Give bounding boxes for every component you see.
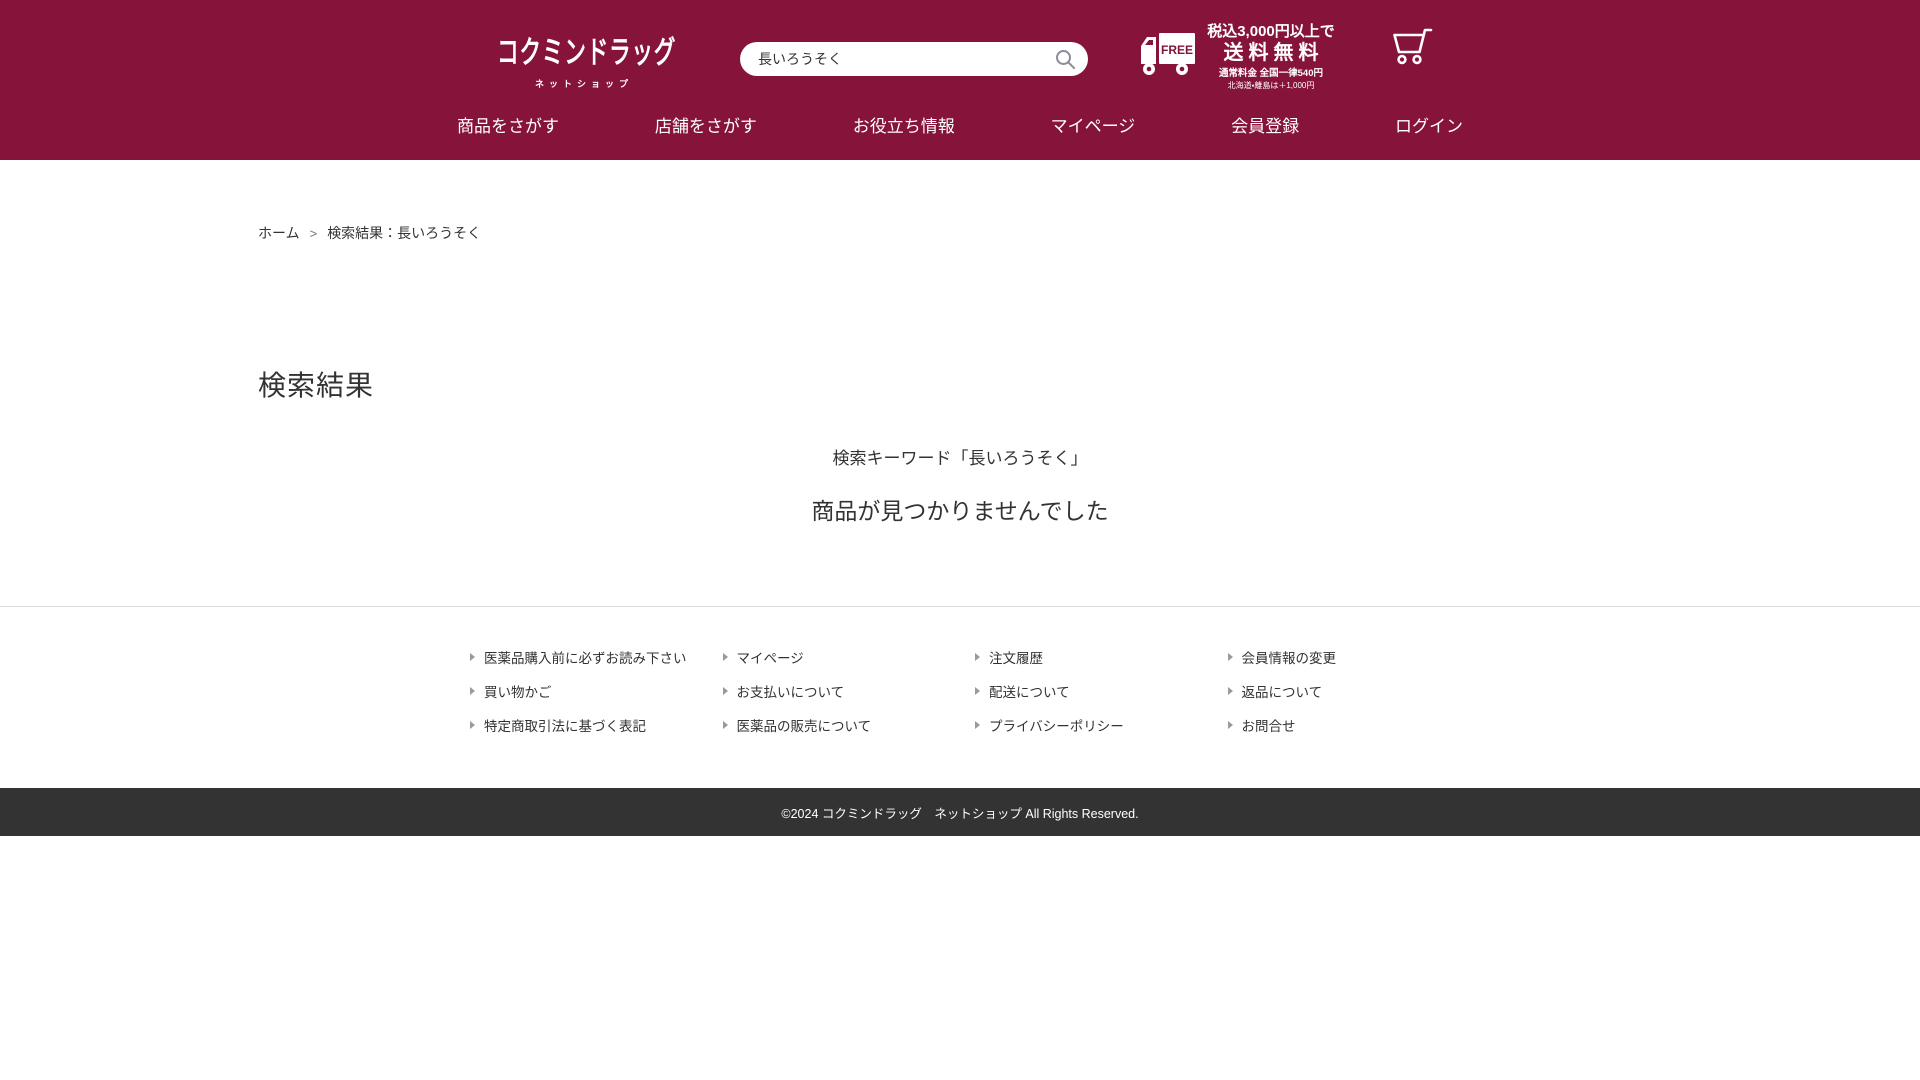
breadcrumb-separator: > — [310, 226, 318, 241]
arrow-right-icon — [723, 721, 728, 729]
truck-free-badge: FREE — [1161, 43, 1193, 57]
nav-item-mypage[interactable]: マイページ — [1051, 112, 1136, 137]
free-shipping-text: 税込3,000円以上で 送料無料 通常料金 全国一律540円 北海道・離島は＋1… — [1199, 23, 1343, 90]
cart-button[interactable] — [1389, 26, 1433, 71]
footer-link-cart[interactable]: 買い物かご — [470, 681, 552, 701]
footer-link-label: 医薬品の販売について — [737, 715, 872, 735]
footer-link-label: 配送について — [989, 681, 1070, 701]
footer-column-1: 医薬品購入前に必ずお読み下さい 買い物かご 特定商取引法に基づく表記 — [470, 647, 723, 749]
footer-link-mypage[interactable]: マイページ — [723, 647, 804, 667]
footer-link-label: 特定商取引法に基づく表記 — [484, 715, 646, 735]
no-results-message: 商品が見つかりませんでした — [258, 492, 1662, 526]
page-title: 検索結果 — [258, 364, 1662, 404]
footer-link-label: お問合せ — [1242, 715, 1296, 735]
footer-link-order-history[interactable]: 注文履歴 — [975, 647, 1043, 667]
footer-link-label: 買い物かご — [484, 681, 552, 701]
shipping-threshold-text: 税込3,000円以上で — [1199, 23, 1343, 40]
footer-link-returns[interactable]: 返品について — [1228, 681, 1323, 701]
footer-link-commercial-law[interactable]: 特定商取引法に基づく表記 — [470, 715, 646, 735]
footer-column-3: 注文履歴 配送について プライバシーポリシー — [975, 647, 1228, 749]
arrow-right-icon — [975, 721, 980, 729]
truck-icon: FREE — [1139, 31, 1197, 77]
breadcrumb-home-link[interactable]: ホーム — [258, 223, 300, 243]
arrow-right-icon — [1228, 687, 1233, 695]
footer-links: 医薬品購入前に必ずお読み下さい 買い物かご 特定商取引法に基づく表記 マイページ… — [440, 607, 1480, 749]
nav-item-find-stores[interactable]: 店舗をさがす — [655, 112, 757, 137]
footer-column-4: 会員情報の変更 返品について お問合せ — [1228, 647, 1481, 749]
footer-link-label: 返品について — [1242, 681, 1323, 701]
arrow-right-icon — [975, 687, 980, 695]
cart-icon — [1389, 26, 1433, 66]
footer-link-payment[interactable]: お支払いについて — [723, 681, 845, 701]
footer-link-medicine-notice[interactable]: 医薬品購入前に必ずお読み下さい — [470, 647, 687, 667]
free-shipping-label: 送料無料 — [1199, 42, 1343, 65]
site-footer: 医薬品購入前に必ずお読み下さい 買い物かご 特定商取引法に基づく表記 マイページ… — [0, 606, 1920, 788]
search-input[interactable] — [756, 50, 1052, 68]
copyright-bar: ©2024 コクミンドラッグ ネットショップ All Rights Reserv… — [0, 788, 1920, 836]
arrow-right-icon — [723, 687, 728, 695]
footer-link-label: 会員情報の変更 — [1242, 647, 1337, 667]
header-inner: コクミンドラッグ ネットショップ FREE — [455, 0, 1465, 160]
footer-link-label: プライバシーポリシー — [989, 715, 1124, 735]
footer-link-label: 注文履歴 — [989, 647, 1043, 667]
free-shipping-banner: FREE — [1139, 31, 1197, 82]
nav-item-search-products[interactable]: 商品をさがす — [457, 112, 559, 137]
logo-title: コクミンドラッグ — [497, 27, 676, 72]
footer-link-label: 医薬品購入前に必ずお読み下さい — [484, 647, 687, 667]
nav-item-useful-info[interactable]: お役立ち情報 — [853, 112, 955, 137]
footer-link-privacy-policy[interactable]: プライバシーポリシー — [975, 715, 1124, 735]
search-bar — [740, 42, 1088, 76]
breadcrumb-current: 検索結果：長いろうそく — [327, 223, 481, 243]
shipping-fee-note: 通常料金 全国一律540円 — [1199, 69, 1343, 80]
arrow-right-icon — [470, 721, 475, 729]
site-header: コクミンドラッグ ネットショップ FREE — [0, 0, 1920, 160]
footer-link-member-info[interactable]: 会員情報の変更 — [1228, 647, 1337, 667]
arrow-right-icon — [723, 653, 728, 661]
arrow-right-icon — [1228, 653, 1233, 661]
arrow-right-icon — [975, 653, 980, 661]
logo-link[interactable]: コクミンドラッグ ネットショップ — [497, 27, 753, 90]
footer-link-label: マイページ — [737, 647, 804, 667]
logo-subtitle: ネットショップ — [497, 77, 671, 90]
main-nav: 商品をさがす 店舗をさがす お役立ち情報 マイページ 会員登録 ログイン — [457, 112, 1463, 137]
main-content: ホーム > 検索結果：長いろうそく 検索結果 検索キーワード「長いろうそく」 商… — [0, 160, 1920, 606]
arrow-right-icon — [470, 653, 475, 661]
footer-link-label: お支払いについて — [737, 681, 845, 701]
arrow-right-icon — [1228, 721, 1233, 729]
footer-column-2: マイページ お支払いについて 医薬品の販売について — [723, 647, 976, 749]
breadcrumb: ホーム > 検索結果：長いろうそく — [258, 160, 1662, 243]
copyright-text: ©2024 コクミンドラッグ ネットショップ All Rights Reserv… — [781, 803, 1138, 822]
search-keyword-text: 検索キーワード「長いろうそく」 — [258, 444, 1662, 469]
shipping-remote-note: 北海道・離島は＋1,000円 — [1199, 81, 1343, 90]
footer-link-medicine-sales[interactable]: 医薬品の販売について — [723, 715, 872, 735]
footer-link-shipping[interactable]: 配送について — [975, 681, 1070, 701]
footer-link-contact[interactable]: お問合せ — [1228, 715, 1296, 735]
search-icon — [1054, 48, 1076, 70]
arrow-right-icon — [470, 687, 475, 695]
nav-item-register[interactable]: 会員登録 — [1231, 112, 1299, 137]
search-button[interactable] — [1052, 46, 1078, 72]
nav-item-login[interactable]: ログイン — [1395, 112, 1463, 137]
